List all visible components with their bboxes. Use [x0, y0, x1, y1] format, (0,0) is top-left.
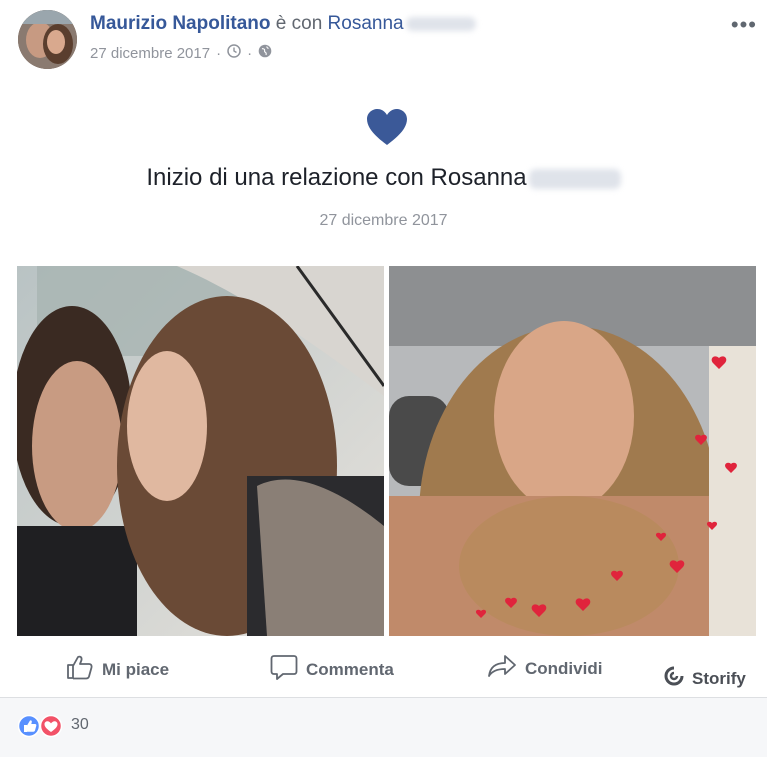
author-name[interactable]: Maurizio Napolitano: [90, 13, 271, 34]
life-event-date: 27 dicembre 2017: [319, 212, 448, 229]
storify-label: Storify: [692, 668, 746, 688]
blurred-surname: [528, 168, 621, 189]
storify-icon: [664, 666, 684, 691]
post-meta: 27 dicembre 2017 · ·: [90, 44, 272, 62]
avatar[interactable]: [18, 10, 77, 69]
heart-icon: [366, 108, 408, 146]
meta-separator: ·: [216, 44, 222, 62]
photo-kiss[interactable]: [17, 266, 384, 636]
share-label: Condividi: [525, 658, 603, 678]
share-arrow-icon: [487, 654, 517, 683]
clock-icon: [227, 44, 241, 62]
life-event-title: Inizio di una relazione con Rosanna: [0, 164, 767, 192]
share-button[interactable]: Condividi: [487, 654, 602, 683]
like-button[interactable]: Mi piace: [66, 654, 169, 685]
post-date[interactable]: 27 dicembre 2017: [90, 45, 210, 62]
photo-selfie[interactable]: [389, 266, 756, 636]
post-header: Maurizio Napolitano è con Rosanna 27 dic…: [0, 0, 767, 80]
life-event-title-text: Inizio di una relazione con Rosanna: [146, 164, 527, 191]
author-line: Maurizio Napolitano è con Rosanna: [90, 13, 476, 35]
more-options-button[interactable]: •••: [731, 14, 757, 36]
reaction-icons[interactable]: [17, 714, 66, 738]
reaction-count[interactable]: 30: [71, 716, 89, 734]
comment-label: Commenta: [306, 659, 394, 679]
blurred-surname: [405, 16, 476, 31]
post-actions: Mi piace Commenta Condividi Storify: [0, 640, 767, 696]
like-label: Mi piace: [102, 659, 170, 679]
with-text: è con: [275, 13, 323, 34]
comment-icon: [270, 654, 298, 685]
separator-dot: ·: [247, 44, 253, 62]
thumbs-up-icon: [66, 654, 94, 685]
reactions-bar: 30: [0, 698, 767, 757]
storify-button[interactable]: Storify: [664, 666, 746, 691]
tagged-friend[interactable]: Rosanna: [328, 13, 404, 34]
globe-icon[interactable]: [258, 44, 272, 62]
comment-button[interactable]: Commenta: [270, 654, 394, 685]
